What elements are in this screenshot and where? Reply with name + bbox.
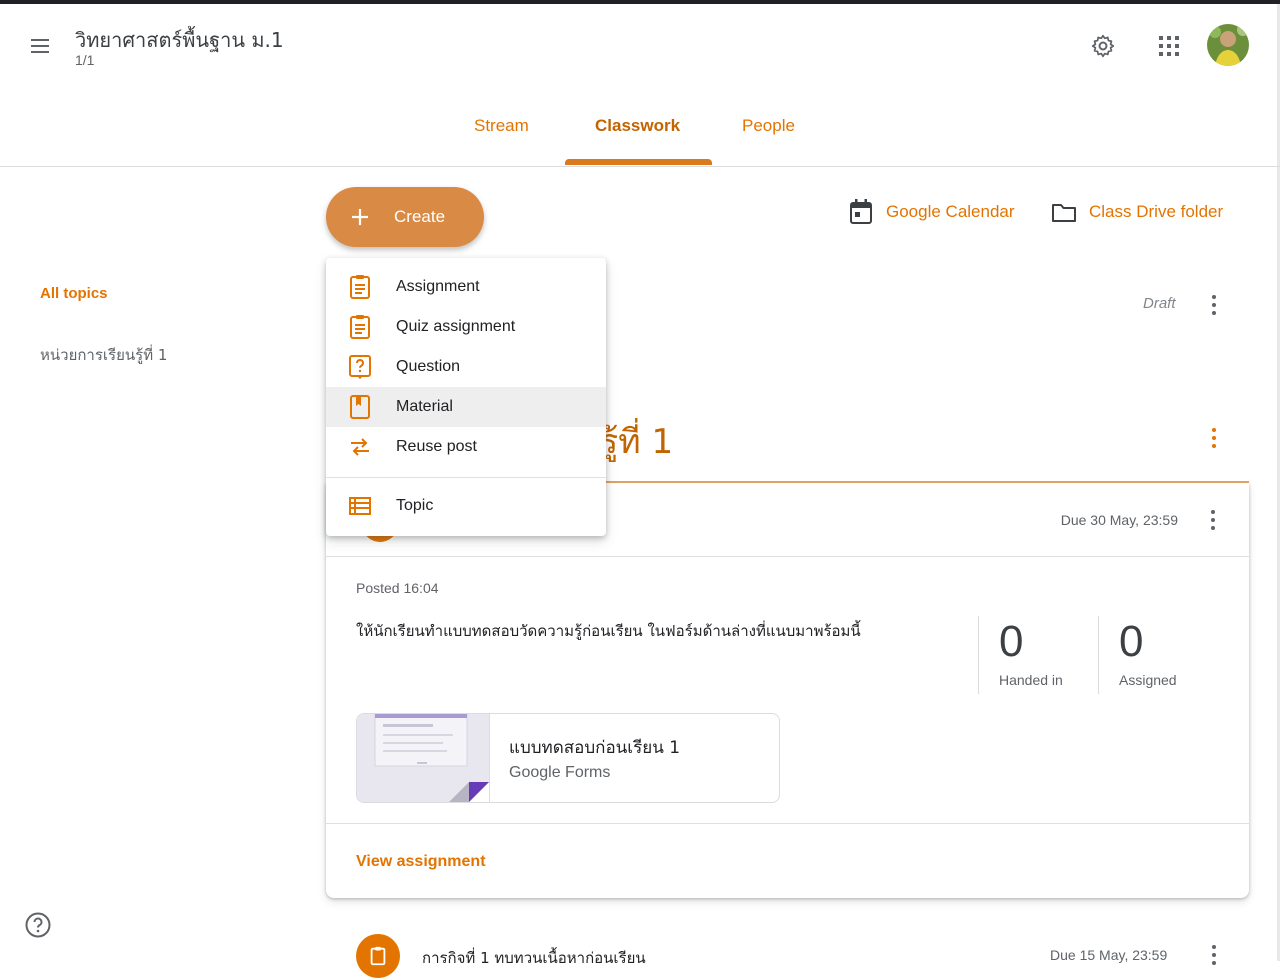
- plus-icon: [352, 209, 368, 225]
- material-icon: [347, 394, 373, 420]
- create-button[interactable]: Create: [326, 187, 484, 247]
- assignment-due-date: Due 30 May, 23:59: [1060, 512, 1178, 528]
- google-calendar-label: Google Calendar: [886, 202, 1015, 221]
- draft-more-options-button[interactable]: [1202, 293, 1226, 317]
- class-section: 1/1: [75, 52, 95, 68]
- calendar-icon: [850, 199, 872, 224]
- assigned-count: 0: [1119, 617, 1144, 666]
- hamburger-menu-icon: [31, 39, 49, 53]
- stat-separator: [1098, 616, 1099, 694]
- apps-grid-icon: [1159, 36, 1179, 56]
- card-divider: [326, 556, 1249, 557]
- menu-item-quiz-assignment[interactable]: Quiz assignment: [326, 307, 606, 347]
- google-calendar-link[interactable]: Google Calendar: [848, 198, 1015, 226]
- assignment-description: ให้นักเรียนทำแบบทดสอบวัดความรู้ก่อนเรียน…: [356, 622, 861, 640]
- reuse-post-icon: [347, 434, 373, 460]
- attachment-title: แบบทดสอบก่อนเรียน 1: [509, 738, 681, 758]
- tab-stream[interactable]: Stream: [474, 116, 529, 136]
- posted-time: Posted 16:04: [356, 580, 439, 596]
- help-button[interactable]: [24, 911, 52, 939]
- tab-people[interactable]: People: [742, 116, 795, 136]
- assignment-icon: [347, 274, 373, 300]
- class-title[interactable]: วิทยาศาสตร์พื้นฐาน ม.1: [75, 24, 284, 56]
- class-drive-folder-label: Class Drive folder: [1089, 202, 1224, 221]
- assignment-more-options-button[interactable]: [1201, 508, 1225, 532]
- active-tab-indicator: [565, 159, 712, 165]
- assignment-card: Due 30 May, 23:59 Posted 16:04 ให้นักเรี…: [326, 483, 1249, 898]
- folder-icon: [1052, 204, 1076, 222]
- topic-more-options-button[interactable]: [1202, 426, 1226, 450]
- attachment-type: Google Forms: [509, 764, 611, 781]
- handed-in-count: 0: [999, 617, 1024, 666]
- form-thumbnail: [357, 714, 490, 802]
- sidebar-item-all-topics[interactable]: All topics: [40, 285, 108, 302]
- class-drive-folder-link[interactable]: Class Drive folder: [1051, 198, 1223, 226]
- sidebar-item-topic-1[interactable]: หน่วยการเรียนรู้ที่ 1: [40, 343, 167, 367]
- forms-thumbnail-image: [374, 714, 489, 802]
- draft-label: Draft: [1143, 295, 1176, 312]
- menu-separator: [326, 477, 606, 478]
- form-attachment[interactable]: แบบทดสอบก่อนเรียน 1 Google Forms: [356, 713, 780, 803]
- settings-button[interactable]: [1085, 28, 1121, 64]
- apps-button[interactable]: [1151, 28, 1187, 64]
- question-icon: [347, 354, 373, 380]
- main-menu-button[interactable]: [22, 28, 58, 64]
- handed-in-label: Handed in: [999, 672, 1063, 688]
- handed-in-stat[interactable]: 0 Handed in: [999, 617, 1063, 689]
- user-avatar[interactable]: [1207, 24, 1249, 66]
- quiz-assignment-icon: [347, 314, 373, 340]
- tab-classwork[interactable]: Classwork: [595, 116, 680, 136]
- assignment-icon: [370, 946, 386, 966]
- card-divider: [326, 823, 1249, 824]
- view-assignment-link[interactable]: View assignment: [356, 853, 486, 871]
- assigned-stat[interactable]: 0 Assigned: [1119, 617, 1177, 689]
- menu-item-topic[interactable]: Topic: [326, 486, 606, 526]
- menu-item-label: Assignment: [396, 278, 480, 295]
- tab-bar: Stream Classwork People: [0, 100, 1280, 167]
- menu-item-label: Reuse post: [396, 438, 477, 455]
- stat-separator: [978, 616, 979, 694]
- next-assignment-title[interactable]: การกิจที่ 1 ทบทวนเนื้อหาก่อนเรียน: [422, 946, 646, 970]
- create-menu: Assignment Quiz assignment Question Mate…: [326, 258, 606, 536]
- topic-heading: รู้ที่ 1: [600, 422, 674, 462]
- menu-item-material[interactable]: Material: [326, 387, 606, 427]
- assignment-icon-badge: [356, 934, 400, 978]
- menu-item-label: Quiz assignment: [396, 318, 516, 335]
- menu-item-question[interactable]: Question: [326, 347, 606, 387]
- top-border: [0, 0, 1280, 4]
- menu-item-reuse-post[interactable]: Reuse post: [326, 427, 606, 467]
- assigned-label: Assigned: [1119, 672, 1177, 688]
- avatar-image: [1207, 24, 1249, 66]
- menu-item-assignment[interactable]: Assignment: [326, 267, 606, 307]
- next-assignment-more-options-button[interactable]: [1202, 943, 1226, 967]
- menu-item-label: Material: [396, 398, 453, 415]
- menu-item-label: Topic: [396, 497, 434, 514]
- help-icon: [25, 912, 51, 938]
- gear-icon: [1091, 34, 1115, 58]
- menu-item-label: Question: [396, 358, 461, 375]
- create-button-label: Create: [394, 207, 446, 226]
- topic-icon: [347, 493, 373, 519]
